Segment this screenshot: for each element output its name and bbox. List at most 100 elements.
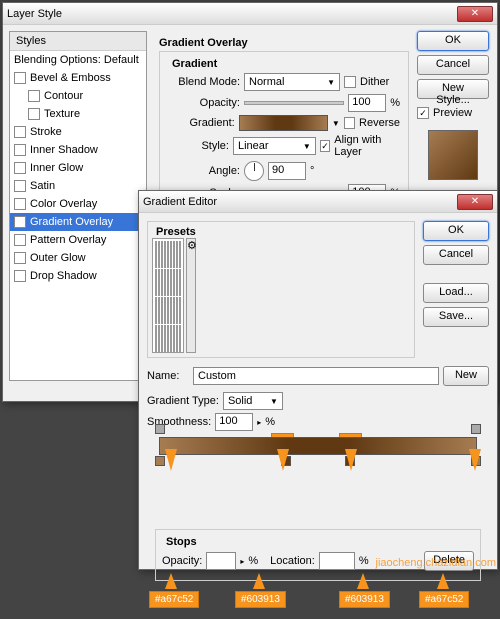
style-checkbox[interactable]	[14, 126, 26, 138]
preset-swatch[interactable]	[179, 297, 181, 324]
style-checkbox[interactable]	[14, 252, 26, 264]
callout-color-2: #603913	[235, 591, 286, 608]
preset-swatch[interactable]	[155, 297, 157, 324]
angle-input[interactable]: 90	[268, 162, 306, 180]
style-item-inner-glow[interactable]: Inner Glow	[10, 159, 146, 177]
style-checkbox[interactable]	[14, 180, 26, 192]
preset-swatch[interactable]	[155, 269, 157, 296]
style-checkbox[interactable]	[14, 270, 26, 282]
style-dropdown[interactable]: Linear▼	[233, 137, 316, 155]
stop-location-input[interactable]	[319, 552, 355, 570]
style-item-satin[interactable]: Satin	[10, 177, 146, 195]
chevron-down-icon[interactable]: ▸	[257, 418, 261, 427]
opacity-slider[interactable]	[244, 101, 344, 105]
preset-swatch[interactable]	[176, 325, 178, 352]
name-input[interactable]: Custom	[193, 367, 439, 385]
cancel-button[interactable]: Cancel	[417, 55, 489, 75]
preset-swatch[interactable]	[179, 325, 181, 352]
style-checkbox[interactable]: ✓	[14, 216, 26, 228]
close-icon[interactable]: ✕	[457, 6, 493, 22]
color-stop[interactable]	[155, 456, 165, 468]
load-button[interactable]: Load...	[423, 283, 489, 303]
opacity-input[interactable]: 100	[348, 94, 386, 112]
style-checkbox[interactable]	[14, 144, 26, 156]
style-checkbox[interactable]	[14, 198, 26, 210]
reverse-label: Reverse	[359, 117, 400, 129]
style-item-bevel-emboss[interactable]: Bevel & Emboss	[10, 69, 146, 87]
gradient-type-dropdown[interactable]: Solid▼	[223, 392, 283, 410]
preset-swatch[interactable]	[173, 269, 175, 296]
gear-icon[interactable]: ⚙	[186, 238, 196, 353]
gradient-track[interactable]	[159, 437, 477, 455]
style-checkbox[interactable]	[14, 162, 26, 174]
preset-swatch[interactable]	[161, 297, 163, 324]
preset-swatch[interactable]	[158, 241, 160, 268]
styles-header[interactable]: Styles	[10, 32, 146, 51]
preset-swatch[interactable]	[170, 241, 172, 268]
new-style-button[interactable]: New Style...	[417, 79, 489, 99]
preset-swatch[interactable]	[167, 269, 169, 296]
align-checkbox[interactable]: ✓	[320, 140, 330, 152]
style-item-gradient-overlay[interactable]: ✓Gradient Overlay	[10, 213, 146, 231]
blend-mode-dropdown[interactable]: Normal▼	[244, 73, 340, 91]
style-checkbox[interactable]	[28, 90, 40, 102]
style-item-color-overlay[interactable]: Color Overlay	[10, 195, 146, 213]
style-checkbox[interactable]	[14, 72, 26, 84]
dither-checkbox[interactable]	[344, 76, 356, 88]
preset-swatch[interactable]	[164, 325, 166, 352]
style-checkbox[interactable]	[28, 108, 40, 120]
preset-swatch[interactable]	[158, 269, 160, 296]
preset-swatch[interactable]	[176, 269, 178, 296]
smoothness-input[interactable]: 100	[215, 413, 253, 431]
preset-swatch[interactable]	[158, 325, 160, 352]
preset-swatch[interactable]	[176, 241, 178, 268]
layer-style-titlebar[interactable]: Layer Style ✕	[3, 3, 497, 25]
preset-swatch[interactable]	[155, 325, 157, 352]
preset-swatch[interactable]	[179, 269, 181, 296]
blending-options-default[interactable]: Blending Options: Default	[10, 51, 146, 69]
preset-swatch[interactable]	[167, 241, 169, 268]
style-checkbox[interactable]	[14, 234, 26, 246]
style-item-outer-glow[interactable]: Outer Glow	[10, 249, 146, 267]
chevron-down-icon[interactable]: ▼	[332, 119, 340, 128]
preset-swatch[interactable]	[161, 325, 163, 352]
new-button[interactable]: New	[443, 366, 489, 386]
gradient-editor-titlebar[interactable]: Gradient Editor ✕	[139, 191, 497, 213]
cancel-button[interactable]: Cancel	[423, 245, 489, 265]
preset-swatch[interactable]	[158, 297, 160, 324]
stop-opacity-input[interactable]	[206, 552, 236, 570]
preset-swatch[interactable]	[179, 241, 181, 268]
gradient-preview[interactable]	[239, 115, 328, 131]
style-item-stroke[interactable]: Stroke	[10, 123, 146, 141]
preset-swatch[interactable]	[161, 269, 163, 296]
reverse-checkbox[interactable]	[344, 117, 355, 129]
opacity-stop[interactable]	[471, 424, 481, 436]
preset-swatch[interactable]	[170, 325, 172, 352]
style-item-drop-shadow[interactable]: Drop Shadow	[10, 267, 146, 285]
preset-swatch[interactable]	[173, 325, 175, 352]
close-icon[interactable]: ✕	[457, 194, 493, 210]
style-item-contour[interactable]: Contour	[10, 87, 146, 105]
style-item-inner-shadow[interactable]: Inner Shadow	[10, 141, 146, 159]
preset-swatch[interactable]	[167, 325, 169, 352]
angle-dial[interactable]	[244, 161, 264, 181]
preset-swatch[interactable]	[167, 297, 169, 324]
preset-swatch[interactable]	[164, 297, 166, 324]
save-button[interactable]: Save...	[423, 307, 489, 327]
preset-swatch[interactable]	[176, 297, 178, 324]
preset-swatch[interactable]	[173, 297, 175, 324]
preset-swatch[interactable]	[170, 269, 172, 296]
preview-checkbox[interactable]: ✓	[417, 107, 429, 119]
style-item-pattern-overlay[interactable]: Pattern Overlay	[10, 231, 146, 249]
preset-swatch[interactable]	[170, 297, 172, 324]
preset-swatch[interactable]	[164, 241, 166, 268]
ok-button[interactable]: OK	[417, 31, 489, 51]
preset-swatch[interactable]	[164, 269, 166, 296]
preset-swatch[interactable]	[155, 241, 157, 268]
style-item-texture[interactable]: Texture	[10, 105, 146, 123]
ok-button[interactable]: OK	[423, 221, 489, 241]
chevron-down-icon: ▼	[270, 397, 278, 406]
preset-swatch[interactable]	[161, 241, 163, 268]
opacity-stop[interactable]	[155, 424, 165, 436]
preset-swatch[interactable]	[173, 241, 175, 268]
